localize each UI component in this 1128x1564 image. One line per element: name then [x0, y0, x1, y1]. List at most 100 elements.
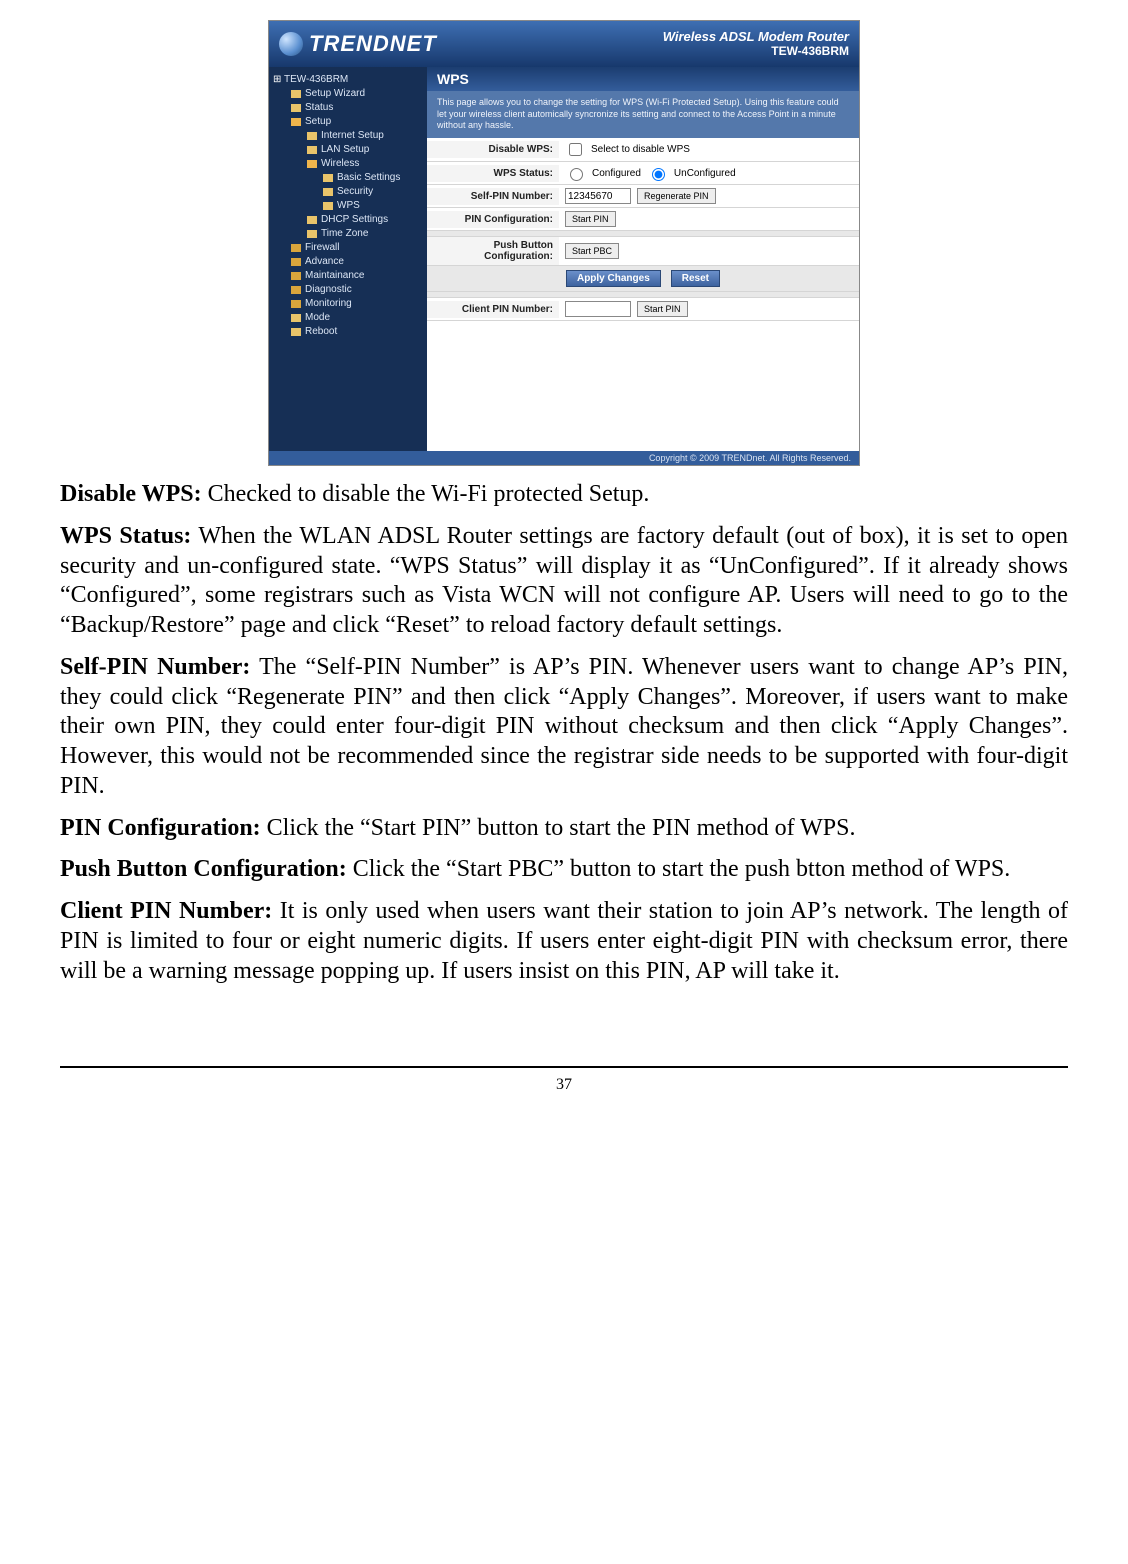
regenerate-pin-button[interactable]: Regenerate PIN [637, 188, 716, 204]
sidebar-item-security[interactable]: Security [273, 185, 423, 199]
product-line-2: TEW-436BRM [663, 45, 849, 58]
folder-icon [291, 258, 301, 266]
page-icon [307, 146, 317, 154]
sidebar-item-mode[interactable]: Mode [273, 311, 423, 325]
term-pin-config: PIN Configuration: [60, 815, 261, 841]
start-pbc-button[interactable]: Start PBC [565, 243, 619, 259]
sidebar-item-setup[interactable]: Setup [273, 115, 423, 129]
sidebar-item-label: Maintainance [305, 269, 364, 283]
def-disable-wps: Checked to disable the Wi-Fi protected S… [202, 481, 650, 507]
sidebar-item-monitoring[interactable]: Monitoring [273, 297, 423, 311]
sidebar-item-status[interactable]: Status [273, 101, 423, 115]
document-body: Disable WPS: Checked to disable the Wi-F… [60, 480, 1068, 986]
label-client-pin: Client PIN Number: [427, 301, 559, 318]
sidebar-item-internet-setup[interactable]: Internet Setup [273, 129, 423, 143]
input-self-pin[interactable] [565, 188, 631, 204]
sidebar-item-label: Status [305, 101, 333, 115]
sidebar-item-label: LAN Setup [321, 143, 369, 157]
sidebar-item-label: WPS [337, 199, 360, 213]
radio-configured[interactable] [570, 168, 583, 181]
product-title: Wireless ADSL Modem Router TEW-436BRM [663, 30, 849, 57]
sidebar-item-label: Wireless [321, 157, 359, 171]
client-start-pin-button[interactable]: Start PIN [637, 301, 688, 317]
sidebar-item-wireless[interactable]: Wireless [273, 157, 423, 171]
sidebar-item-label: Setup Wizard [305, 87, 365, 101]
page-icon [291, 314, 301, 322]
sidebar-item-setup-wizard[interactable]: Setup Wizard [273, 87, 423, 101]
sidebar-item-label: Time Zone [321, 227, 368, 241]
page-icon [323, 188, 333, 196]
def-pin-config: Click the “Start PIN” button to start th… [261, 815, 856, 841]
sidebar-item-advance[interactable]: Advance [273, 255, 423, 269]
start-pin-button[interactable]: Start PIN [565, 211, 616, 227]
router-footer: Copyright © 2009 TRENDnet. All Rights Re… [269, 451, 859, 465]
sidebar-item-diagnostic[interactable]: Diagnostic [273, 283, 423, 297]
folder-icon [291, 244, 301, 252]
sidebar-item-label: Basic Settings [337, 171, 400, 185]
sidebar-item-label: Firewall [305, 241, 339, 255]
page-icon [323, 174, 333, 182]
checkbox-disable-wps[interactable] [569, 143, 582, 156]
sidebar-item-label: Setup [305, 115, 331, 129]
label-pin-config: PIN Configuration: [427, 211, 559, 228]
sidebar-item-label: Internet Setup [321, 129, 384, 143]
term-self-pin: Self-PIN Number: [60, 654, 250, 680]
globe-icon [279, 32, 303, 56]
label-self-pin: Self-PIN Number: [427, 188, 559, 205]
page-icon [291, 104, 301, 112]
checkbox-disable-wps-label: Select to disable WPS [591, 144, 690, 155]
term-push-button: Push Button Configuration: [60, 856, 347, 882]
router-admin-window: TRENDNET Wireless ADSL Modem Router TEW-… [268, 20, 860, 466]
label-push-button: Push Button Configuration: [427, 237, 559, 265]
router-header: TRENDNET Wireless ADSL Modem Router TEW-… [269, 21, 859, 67]
radio-configured-label: Configured [592, 168, 641, 179]
sidebar-root[interactable]: TEW-436BRM [273, 73, 423, 87]
product-line-1: Wireless ADSL Modem Router [663, 30, 849, 44]
term-client-pin: Client PIN Number: [60, 898, 272, 924]
sidebar-item-label: Monitoring [305, 297, 352, 311]
sidebar-item-firewall[interactable]: Firewall [273, 241, 423, 255]
folder-icon [291, 300, 301, 308]
sidebar-item-label: Security [337, 185, 373, 199]
term-disable-wps: Disable WPS: [60, 481, 202, 507]
folder-icon [291, 286, 301, 294]
folder-open-icon [291, 118, 301, 126]
def-push-button: Click the “Start PBC” button to start th… [347, 856, 1011, 882]
page-icon [307, 132, 317, 140]
sidebar-item-label: Mode [305, 311, 330, 325]
brand: TRENDNET [279, 31, 437, 57]
sidebar-item-maintainance[interactable]: Maintainance [273, 269, 423, 283]
sidebar-item-basic-settings[interactable]: Basic Settings [273, 171, 423, 185]
radio-unconfigured-label: UnConfigured [674, 168, 736, 179]
sidebar-item-wps[interactable]: WPS [273, 199, 423, 213]
brand-text: TRENDNET [309, 31, 437, 57]
sidebar-item-lan-setup[interactable]: LAN Setup [273, 143, 423, 157]
page-icon [291, 90, 301, 98]
pane-title: WPS [427, 67, 859, 91]
page-number: 37 [60, 1066, 1068, 1094]
apply-changes-button[interactable]: Apply Changes [566, 270, 661, 287]
term-wps-status: WPS Status: [60, 523, 191, 549]
sidebar-item-reboot[interactable]: Reboot [273, 325, 423, 339]
page-icon [323, 202, 333, 210]
page-icon [307, 230, 317, 238]
sidebar-item-label: Diagnostic [305, 283, 352, 297]
page-icon [307, 216, 317, 224]
sidebar-item-label: DHCP Settings [321, 213, 388, 227]
folder-open-icon [307, 160, 317, 168]
reset-button[interactable]: Reset [671, 270, 720, 287]
sidebar-item-time-zone[interactable]: Time Zone [273, 227, 423, 241]
sidebar-item-dhcp-settings[interactable]: DHCP Settings [273, 213, 423, 227]
label-wps-status: WPS Status: [427, 165, 559, 182]
input-client-pin[interactable] [565, 301, 631, 317]
radio-unconfigured[interactable] [652, 168, 665, 181]
sidebar-item-label: Reboot [305, 325, 337, 339]
label-disable-wps: Disable WPS: [427, 141, 559, 158]
page-icon [291, 328, 301, 336]
pane-description: This page allows you to change the setti… [427, 91, 859, 138]
sidebar: TEW-436BRM Setup WizardStatusSetupIntern… [269, 67, 427, 451]
def-wps-status: When the WLAN ADSL Router settings are f… [60, 523, 1068, 638]
sidebar-item-label: Advance [305, 255, 344, 269]
folder-icon [291, 272, 301, 280]
main-pane: WPS This page allows you to change the s… [427, 67, 859, 451]
